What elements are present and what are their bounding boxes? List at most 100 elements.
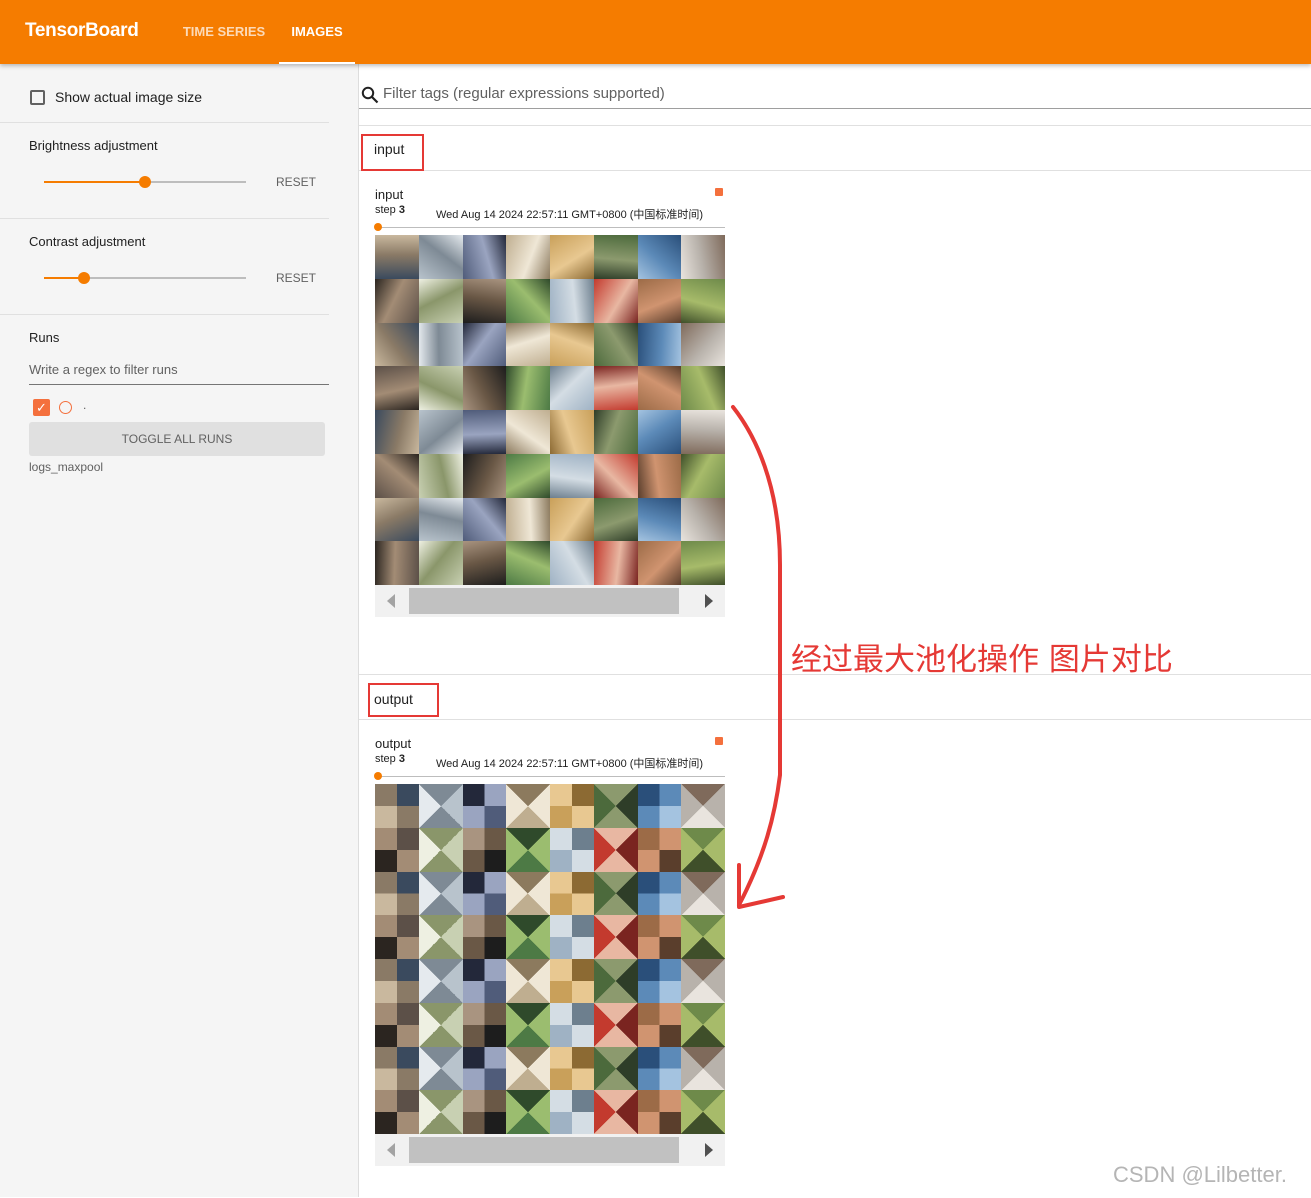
image-tile <box>462 915 507 959</box>
brightness-slider-fill <box>44 181 145 183</box>
contrast-reset-button[interactable]: RESET <box>276 271 316 285</box>
image-tile <box>593 322 638 367</box>
image-tile <box>681 410 725 454</box>
image-tile <box>637 541 682 585</box>
run-name: logs_maxpool <box>29 460 104 474</box>
image-tile <box>418 827 463 872</box>
image-tile <box>681 1090 725 1134</box>
image-tile <box>375 322 419 367</box>
image-tile <box>418 1090 463 1134</box>
image-tile <box>550 871 594 916</box>
tab-images[interactable]: IMAGES <box>279 0 355 64</box>
run-color-icon[interactable] <box>59 401 72 414</box>
image-tile <box>506 497 550 542</box>
image-tile <box>506 453 550 498</box>
step-slider-thumb[interactable] <box>374 223 382 231</box>
image-tile <box>418 278 463 323</box>
image-tile <box>681 278 725 323</box>
image-tile <box>637 784 682 828</box>
horizontal-scrollbar[interactable] <box>375 1134 725 1166</box>
image-tile <box>593 1046 638 1091</box>
app-brand[interactable]: TensorBoard <box>25 20 139 42</box>
image-tile <box>462 871 507 916</box>
run-filter-input[interactable]: Write a regex to filter runs <box>29 362 329 385</box>
image-tile <box>375 410 419 454</box>
toggle-all-runs-button[interactable]: TOGGLE ALL RUNS <box>29 422 325 456</box>
image-tile <box>681 827 725 872</box>
scroll-left-icon[interactable] <box>387 594 395 608</box>
step-slider[interactable] <box>377 227 725 228</box>
image-tile <box>506 322 550 367</box>
image-tile <box>593 366 638 410</box>
image-tile <box>550 278 594 323</box>
run-checkbox[interactable]: ✓ <box>33 399 50 416</box>
group-header[interactable]: input <box>359 126 1311 171</box>
image-tile <box>681 915 725 959</box>
tag-filter-input[interactable]: Filter tags (regular expressions support… <box>359 80 1311 109</box>
scrollbar-thumb[interactable] <box>409 1137 679 1163</box>
image-tile <box>550 366 594 410</box>
image-tile <box>506 366 550 410</box>
image-tile <box>681 541 725 585</box>
image-tile <box>681 1046 725 1091</box>
tag-filter-placeholder: Filter tags (regular expressions support… <box>383 85 665 102</box>
image-grid[interactable] <box>375 784 725 1134</box>
image-tile <box>637 453 682 498</box>
image-tile <box>550 1046 594 1091</box>
image-tile <box>462 497 507 542</box>
scroll-right-icon[interactable] <box>705 1143 713 1157</box>
runs-title: Runs <box>29 330 60 345</box>
image-tile <box>637 497 682 542</box>
image-tile <box>462 366 507 410</box>
image-tile <box>375 497 419 542</box>
tag-group-input: input input step 3 Wed Aug 14 2024 22:57… <box>359 125 1311 674</box>
image-tile <box>375 366 419 410</box>
step-label: step 3 <box>375 753 405 765</box>
tag-group-output: output output step 3 Wed Aug 14 2024 22:… <box>359 674 1311 1198</box>
image-tile <box>681 497 725 542</box>
image-tile <box>637 235 682 279</box>
image-tile <box>418 1046 463 1091</box>
scroll-left-icon[interactable] <box>387 1143 395 1157</box>
group-header[interactable]: output <box>359 675 1311 720</box>
image-tile <box>550 1002 594 1047</box>
image-tile <box>462 322 507 367</box>
search-icon <box>361 86 379 104</box>
image-grid[interactable] <box>375 235 725 585</box>
image-tile <box>418 915 463 959</box>
show-actual-size-label: Show actual image size <box>55 89 203 105</box>
image-tile <box>637 915 682 959</box>
image-tile <box>506 1090 550 1134</box>
image-tile <box>462 1002 507 1047</box>
contrast-slider-thumb[interactable] <box>78 272 91 284</box>
image-tile <box>506 784 550 828</box>
image-tile <box>506 541 550 585</box>
run-color-indicator <box>715 188 723 196</box>
image-tile <box>550 322 594 367</box>
horizontal-scrollbar[interactable] <box>375 585 725 617</box>
tab-time-series[interactable]: TIME SERIES <box>172 0 276 64</box>
image-tile <box>506 915 550 959</box>
image-tile <box>550 959 594 1003</box>
image-tile <box>593 784 638 828</box>
show-actual-size-checkbox[interactable] <box>30 90 45 105</box>
brightness-label: Brightness adjustment <box>29 138 158 153</box>
image-tile <box>418 541 463 585</box>
scroll-right-icon[interactable] <box>705 594 713 608</box>
image-tile <box>550 410 594 454</box>
brightness-slider-thumb[interactable] <box>139 176 151 188</box>
step-slider[interactable] <box>377 776 725 777</box>
card-title: output <box>375 736 412 751</box>
brightness-reset-button[interactable]: RESET <box>276 175 316 189</box>
scrollbar-thumb[interactable] <box>409 588 679 614</box>
image-tile <box>375 541 419 585</box>
card-title: input <box>375 187 404 202</box>
image-tile <box>681 322 725 367</box>
image-tile <box>550 784 594 828</box>
image-tile <box>506 1046 550 1091</box>
image-tile <box>462 410 507 454</box>
image-tile <box>681 959 725 1003</box>
image-tile <box>637 410 682 454</box>
step-slider-thumb[interactable] <box>374 772 382 780</box>
image-tile <box>593 959 638 1003</box>
